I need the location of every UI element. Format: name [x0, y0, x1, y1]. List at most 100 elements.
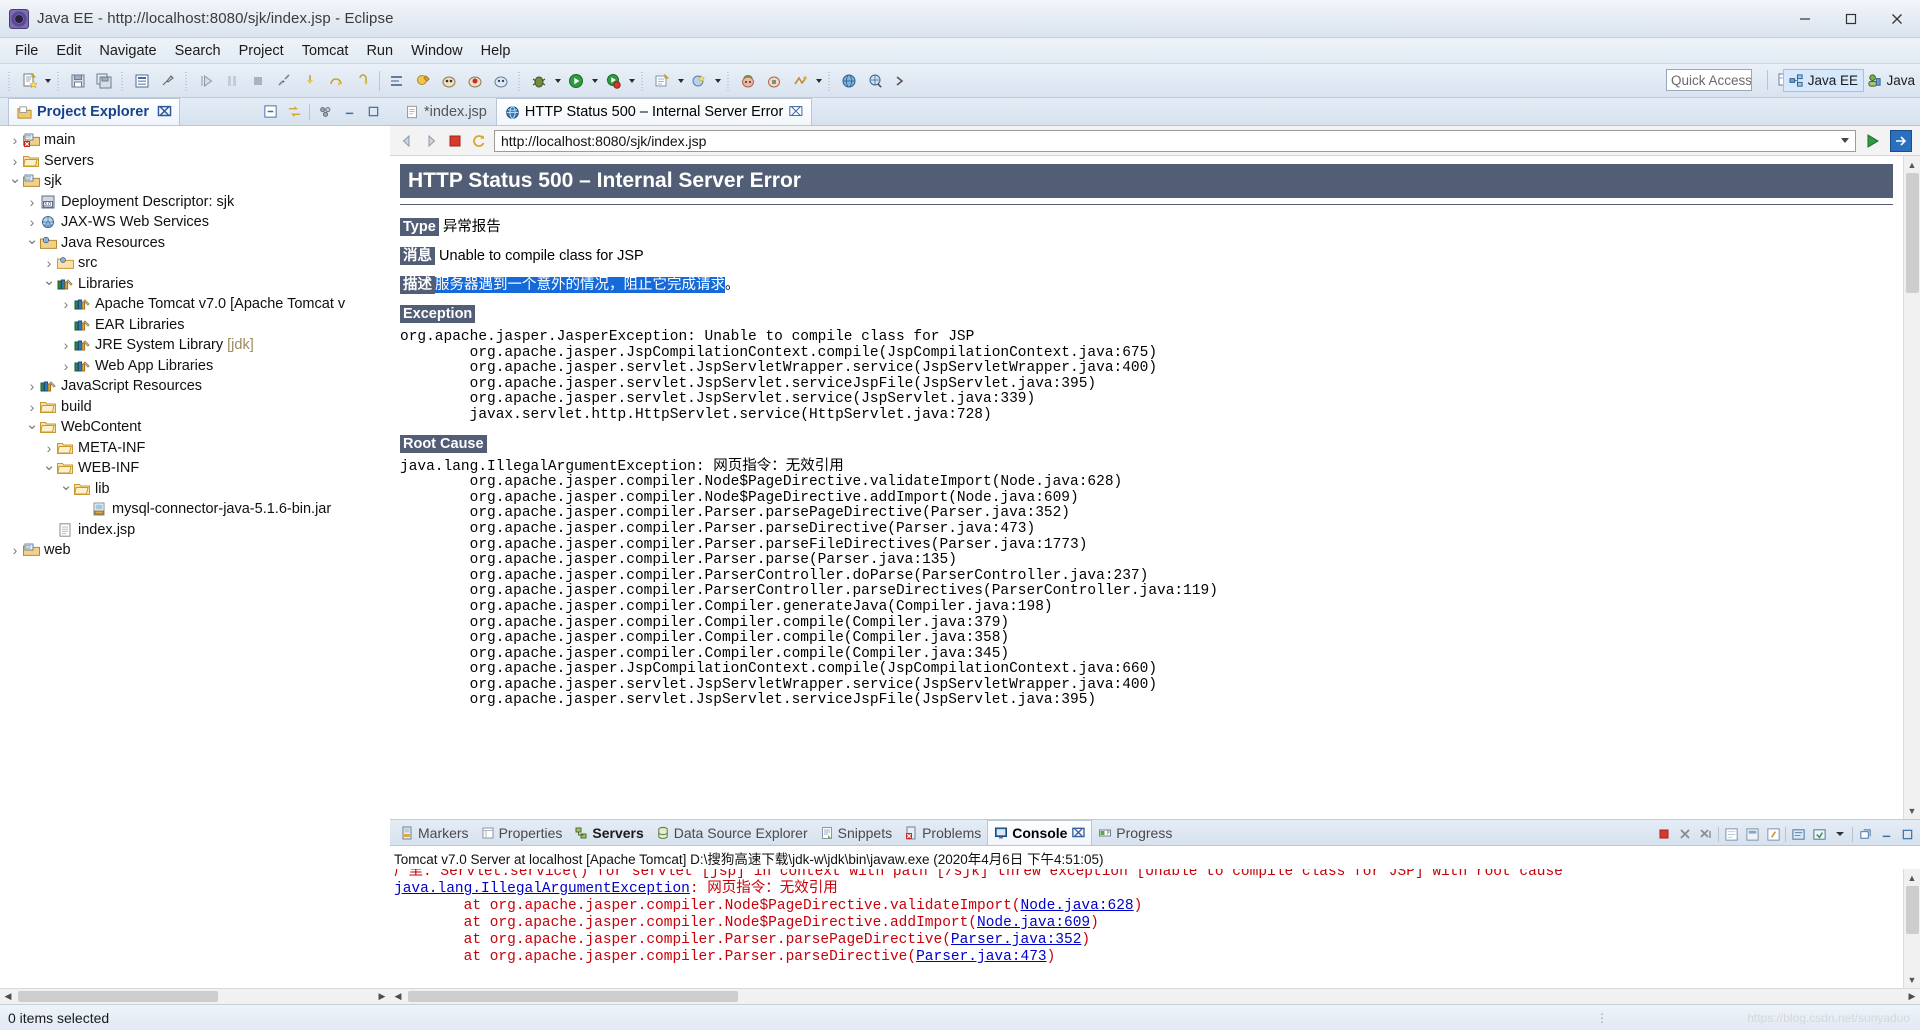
- toolbar-grip-4[interactable]: [183, 69, 191, 92]
- tree-item[interactable]: ⌄ Java Resources: [0, 232, 390, 254]
- minimize-console-icon[interactable]: [1877, 825, 1895, 843]
- menu-help[interactable]: Help: [472, 40, 520, 62]
- collapse-all-icon[interactable]: [261, 103, 279, 121]
- twisty-collapsed-icon[interactable]: ›: [59, 296, 73, 312]
- new-jsp-icon[interactable]: [489, 69, 513, 93]
- chevron-down-icon[interactable]: [1841, 137, 1849, 143]
- step-into-icon[interactable]: [298, 69, 322, 93]
- back-arrow-icon[interactable]: [398, 132, 416, 150]
- tree-item[interactable]: EAR Libraries: [0, 315, 390, 336]
- hscroll-thumb[interactable]: [408, 991, 738, 1002]
- menu-run[interactable]: Run: [357, 40, 402, 62]
- scroll-lock-icon[interactable]: [1743, 825, 1761, 843]
- debug-dropdown[interactable]: [552, 69, 563, 93]
- twisty-expanded-icon[interactable]: ⌄: [42, 458, 56, 474]
- new-dynamic-web-project-icon[interactable]: [650, 69, 674, 93]
- stop-icon[interactable]: [446, 132, 464, 150]
- tree-item[interactable]: › build: [0, 397, 390, 418]
- console-tab-markers[interactable]: Markers: [394, 820, 475, 845]
- scroll-up-icon[interactable]: ▲: [1903, 869, 1920, 886]
- console-tab-problems[interactable]: Problems: [898, 820, 987, 845]
- tree-item[interactable]: ⌄ WebContent: [0, 417, 390, 438]
- new-wizard-icon[interactable]: [17, 69, 41, 93]
- project-tree[interactable]: › main › Servers ⌄ sjk › 3.0 Deployment Descript…: [0, 126, 390, 988]
- console-exception-link[interactable]: java.lang.IllegalArgumentException: [394, 881, 690, 897]
- tomcat-start-icon[interactable]: [736, 69, 760, 93]
- minimize-view-icon[interactable]: [340, 103, 358, 121]
- perspective-java-ee[interactable]: Java EE: [1782, 69, 1864, 92]
- twisty-collapsed-icon[interactable]: ›: [8, 132, 22, 148]
- save-icon[interactable]: [66, 69, 90, 93]
- close-icon[interactable]: ⌧: [1071, 826, 1085, 840]
- console-source-link[interactable]: Parser.java:473: [916, 949, 1047, 965]
- tree-item[interactable]: ⌄ Libraries: [0, 273, 390, 295]
- close-button[interactable]: [1874, 0, 1920, 38]
- scroll-left-icon[interactable]: ◀: [390, 989, 406, 1005]
- open-external-browser-icon[interactable]: [1890, 129, 1912, 152]
- editor-tab-http-status-500[interactable]: HTTP Status 500 – Internal Server Error …: [495, 98, 813, 125]
- new-wizard-2-icon[interactable]: [687, 69, 711, 93]
- menu-search[interactable]: Search: [166, 40, 230, 62]
- scroll-up-icon[interactable]: ▲: [1903, 156, 1920, 173]
- editor-tab-index-jsp[interactable]: *index.jsp: [396, 98, 496, 125]
- tomcat-dropdown[interactable]: [813, 69, 824, 93]
- toolbar-grip-6[interactable]: [639, 69, 647, 92]
- clear-console-icon[interactable]: [1722, 825, 1740, 843]
- console-hscrollbar[interactable]: ◀ ▶: [390, 988, 1920, 1004]
- refresh-icon[interactable]: [470, 132, 488, 150]
- tree-item[interactable]: › META-INF: [0, 438, 390, 459]
- pin-console-icon[interactable]: [1764, 825, 1782, 843]
- resume-icon[interactable]: [194, 69, 218, 93]
- tree-item[interactable]: ⌄ lib: [0, 478, 390, 500]
- close-icon[interactable]: ⌧: [788, 104, 803, 120]
- open-browser-icon[interactable]: [837, 69, 861, 93]
- tree-item[interactable]: › Apache Tomcat v7.0 [Apache Tomcat v: [0, 294, 390, 315]
- perspective-java[interactable]: Java: [1862, 69, 1920, 92]
- tomcat-stop-icon[interactable]: [762, 69, 786, 93]
- menu-file[interactable]: File: [6, 40, 47, 62]
- menu-edit[interactable]: Edit: [47, 40, 90, 62]
- tree-item[interactable]: › JRE System Library [jdk]: [0, 335, 390, 356]
- console-source-link[interactable]: Node.java:609: [977, 915, 1090, 931]
- url-input[interactable]: http://localhost:8080/sjk/index.jsp: [494, 129, 1856, 152]
- step-return-icon[interactable]: [350, 69, 374, 93]
- step-over-icon[interactable]: [324, 69, 348, 93]
- toolbar-grip-7[interactable]: [725, 69, 733, 92]
- debug-icon[interactable]: [527, 69, 551, 93]
- scroll-left-icon[interactable]: ◀: [0, 989, 16, 1005]
- console-output[interactable]: 厂里: Servlet.service() for servlet [jsp] …: [390, 869, 1903, 988]
- tree-item[interactable]: index.jsp: [0, 520, 390, 541]
- go-run-icon[interactable]: [1862, 130, 1884, 152]
- quick-outline-icon[interactable]: [130, 69, 154, 93]
- console-tab-servers[interactable]: Servers: [568, 820, 649, 845]
- toolbar-grip-2[interactable]: [55, 69, 63, 92]
- display-selected-console-icon[interactable]: [1789, 825, 1807, 843]
- hscroll-thumb[interactable]: [18, 991, 218, 1002]
- twisty-collapsed-icon[interactable]: ›: [8, 153, 22, 169]
- maximize-button[interactable]: [1828, 0, 1874, 38]
- toolbar-grip-5[interactable]: [516, 69, 524, 92]
- debug-servlet-icon[interactable]: [463, 69, 487, 93]
- minimize-button[interactable]: [1782, 0, 1828, 38]
- console-tab-snippets[interactable]: Snippets: [814, 820, 898, 845]
- link-with-editor-icon[interactable]: [285, 103, 303, 121]
- tree-item[interactable]: › web: [0, 540, 390, 561]
- toolbar-grip[interactable]: [6, 69, 14, 92]
- tree-item[interactable]: ⌄ sjk: [0, 171, 390, 192]
- tree-item[interactable]: › Servers: [0, 151, 390, 172]
- scroll-right-icon[interactable]: ▶: [374, 989, 390, 1005]
- view-menu-icon[interactable]: [316, 103, 334, 121]
- console-tab-progress[interactable]: Progress: [1092, 820, 1178, 845]
- console-dropdown-icon[interactable]: [1831, 825, 1849, 843]
- console-vscrollbar[interactable]: ▲ ▼: [1903, 869, 1920, 988]
- twisty-expanded-icon[interactable]: ⌄: [59, 478, 73, 494]
- menu-tomcat[interactable]: Tomcat: [293, 40, 358, 62]
- twisty-collapsed-icon[interactable]: ›: [59, 337, 73, 353]
- tree-item[interactable]: › JAX-WS Web Services: [0, 212, 390, 233]
- restore-console-icon[interactable]: [1856, 825, 1874, 843]
- tomcat-restart-icon[interactable]: [788, 69, 812, 93]
- close-icon[interactable]: ⌧: [157, 104, 172, 120]
- remove-all-consoles-icon[interactable]: [1697, 825, 1715, 843]
- twisty-collapsed-icon[interactable]: ›: [59, 358, 73, 374]
- twisty-collapsed-icon[interactable]: ›: [25, 378, 39, 394]
